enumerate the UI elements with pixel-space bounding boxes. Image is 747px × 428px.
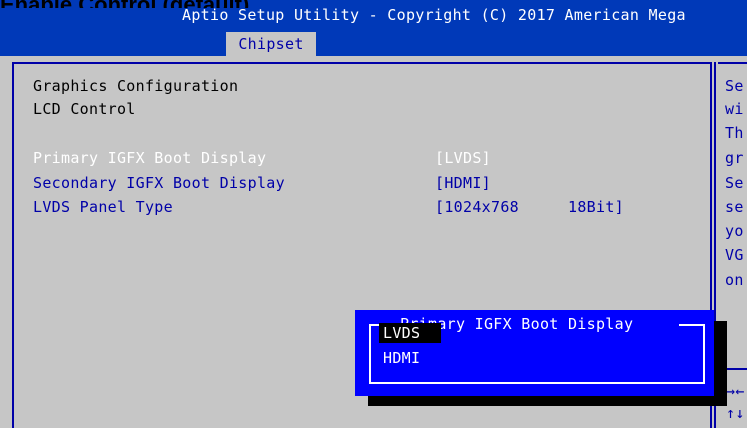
section-heading-lcd: LCD Control xyxy=(33,100,136,118)
setting-value-primary-igfx[interactable]: [LVDS] xyxy=(435,149,491,167)
setup-title: Aptio Setup Utility - Copyright (C) 2017… xyxy=(182,6,686,24)
setting-label-primary-igfx[interactable]: Primary IGFX Boot Display xyxy=(33,149,266,167)
help-line: yo xyxy=(725,222,744,240)
setting-label-secondary-igfx[interactable]: Secondary IGFX Boot Display xyxy=(33,174,285,192)
help-line: on xyxy=(725,271,744,289)
setting-value-lvds-panel[interactable]: [1024x768 xyxy=(435,198,519,216)
help-line: wi xyxy=(725,100,744,118)
setting-value-lvds-bits[interactable]: 18Bit] xyxy=(568,198,624,216)
cut-off-caption: Enable Control (default) xyxy=(0,0,360,8)
setting-label-lvds-panel[interactable]: LVDS Panel Type xyxy=(33,198,173,216)
help-line: Th xyxy=(725,124,744,142)
section-heading-graphics: Graphics Configuration xyxy=(33,77,239,95)
help-line: gr xyxy=(725,149,744,167)
help-line: VG xyxy=(725,246,744,264)
help-line: se xyxy=(725,198,744,216)
popup-frame-top-right xyxy=(679,324,705,326)
arrow-up-down-icon: ↑↓ xyxy=(726,404,745,422)
arrow-left-right-icon: →← xyxy=(726,382,745,400)
popup-option-hdmi[interactable]: HDMI xyxy=(379,348,441,368)
help-line: Se xyxy=(725,174,744,192)
popup-option-lvds[interactable]: LVDS xyxy=(379,323,441,343)
help-line: Se xyxy=(725,77,744,95)
header-bar: Aptio Setup Utility - Copyright (C) 2017… xyxy=(0,0,747,56)
tab-chipset[interactable]: Chipset xyxy=(226,32,316,56)
setting-value-secondary-igfx[interactable]: [HDMI] xyxy=(435,174,491,192)
